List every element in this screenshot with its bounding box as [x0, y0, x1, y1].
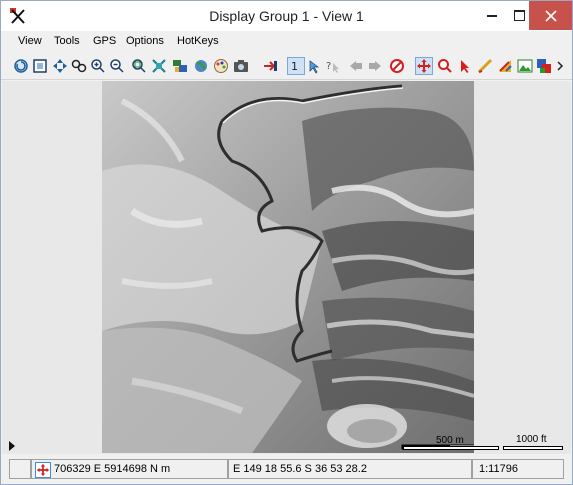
map-view[interactable]: 500 m 1000 ft — [2, 81, 571, 454]
zoom-in-icon[interactable] — [90, 58, 106, 74]
pointer-icon[interactable] — [457, 58, 473, 74]
redraw-icon[interactable] — [13, 58, 29, 74]
zoom-out-icon[interactable] — [109, 58, 125, 74]
status-blank-cell — [9, 459, 31, 479]
status-geographic-cell: E 149 18 55.6 S 36 53 28.2 — [228, 459, 472, 479]
select-node-icon[interactable] — [307, 58, 323, 74]
close-icon — [545, 10, 557, 22]
previous-view-icon[interactable] — [348, 58, 364, 74]
scalebar-metric-label: 500 m — [436, 435, 464, 446]
app-window: Display Group 1 - View 1 View Tools GPS … — [0, 0, 573, 485]
snapshot-icon[interactable] — [233, 58, 249, 74]
pan-icon[interactable] — [415, 57, 433, 75]
projected-coords: 706329 E 5914698 N m — [54, 463, 171, 475]
scalebar-imperial — [503, 446, 563, 450]
pan-tool-indicator-icon — [35, 462, 51, 478]
next-view-icon[interactable] — [367, 58, 383, 74]
measure-icon[interactable] — [477, 58, 493, 74]
help-pointer-icon[interactable]: ? — [326, 58, 342, 74]
zoom-fit-icon[interactable] — [151, 58, 167, 74]
sketch-icon[interactable] — [497, 58, 513, 74]
palette-icon[interactable] — [213, 58, 229, 74]
menu-tools[interactable]: Tools — [54, 35, 80, 47]
status-bar: 706329 E 5914698 N m E 149 18 55.6 S 36 … — [1, 456, 572, 484]
svg-text:1: 1 — [291, 60, 298, 73]
cancel-icon[interactable] — [389, 58, 405, 74]
menu-hotkeys[interactable]: HotKeys — [177, 35, 219, 47]
zoom-region-icon[interactable] — [71, 58, 87, 74]
scalebar-imperial-label: 1000 ft — [516, 434, 547, 445]
full-view-icon[interactable] — [32, 58, 48, 74]
scalebar-metric — [403, 446, 499, 450]
svg-text:?: ? — [326, 61, 331, 72]
zoom-extent-icon[interactable] — [52, 58, 68, 74]
zoom-tool-icon[interactable] — [437, 58, 453, 74]
more-icon[interactable] — [555, 58, 565, 74]
geographic-coords: E 149 18 55.6 S 36 53 28.2 — [233, 463, 367, 475]
menu-options[interactable]: Options — [126, 35, 164, 47]
layer-manager-icon[interactable] — [172, 58, 188, 74]
panel-expander-arrow[interactable] — [9, 441, 15, 451]
status-projected-cell: 706329 E 5914698 N m — [31, 459, 228, 479]
select-object-icon[interactable]: 1 — [287, 57, 305, 75]
toolbar: 1 ? — [1, 53, 572, 80]
add-layer-icon[interactable] — [262, 58, 278, 74]
title-bar: Display Group 1 - View 1 — [1, 1, 572, 31]
menu-bar: View Tools GPS Options HotKeys — [1, 31, 572, 52]
layers-icon[interactable] — [536, 58, 552, 74]
close-button[interactable] — [529, 1, 572, 30]
minimize-button[interactable] — [477, 1, 507, 30]
status-scale-cell: 1:11796 — [472, 459, 564, 479]
image-icon[interactable] — [517, 58, 533, 74]
map-scale: 1:11796 — [479, 463, 518, 475]
menu-gps[interactable]: GPS — [93, 35, 116, 47]
zoom-box-icon[interactable] — [131, 58, 147, 74]
terrain-hillshade-image — [102, 81, 474, 453]
globe-icon[interactable] — [193, 58, 209, 74]
hillshade-raster[interactable]: 500 m — [102, 81, 474, 453]
menu-view[interactable]: View — [18, 35, 42, 47]
